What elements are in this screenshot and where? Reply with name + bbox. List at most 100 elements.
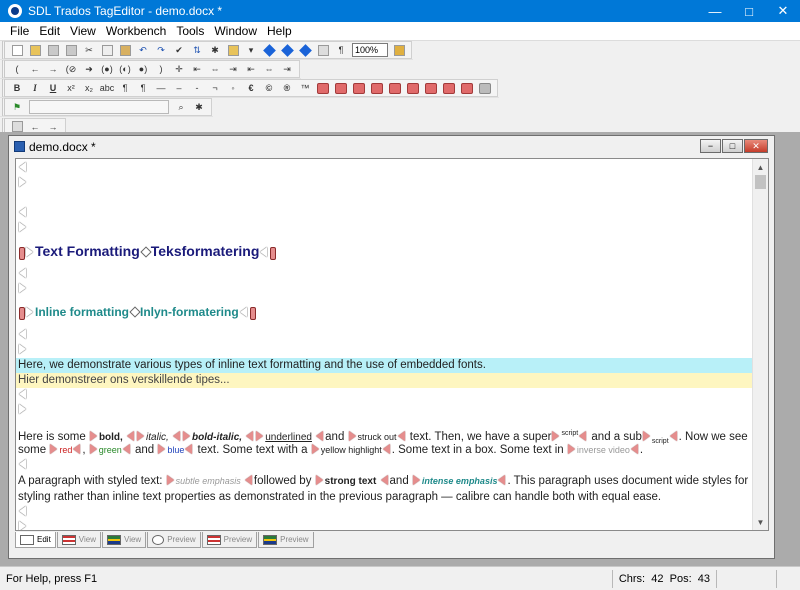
ltr-button[interactable]: ¶ <box>117 81 133 96</box>
dropdown-icon[interactable]: ▾ <box>243 43 259 58</box>
doc-restore-button[interactable]: □ <box>722 139 743 153</box>
tag-icon-3[interactable] <box>351 81 367 96</box>
tm-icon-1[interactable]: ⇤ <box>189 62 205 77</box>
fit-icon[interactable] <box>315 43 331 58</box>
tm-icon-4[interactable]: ⇤ <box>243 62 259 77</box>
options-icon[interactable] <box>391 43 407 58</box>
close-segment-icon[interactable]: (⊘ <box>63 62 79 77</box>
spellcheck-icon[interactable]: ✔ <box>171 43 187 58</box>
minimize-button[interactable]: — <box>698 0 732 22</box>
menu-help[interactable]: Help <box>262 24 297 38</box>
tag-icon-2[interactable] <box>333 81 349 96</box>
set-close-icon[interactable]: (●) <box>99 62 115 77</box>
subheading-segment[interactable]: Inline formatting Inlyn-formatering <box>16 297 753 328</box>
menu-workbench[interactable]: Workbench <box>101 24 171 38</box>
tm-icon-2[interactable]: ⇔ <box>207 62 223 77</box>
maximize-button[interactable]: □ <box>732 0 766 22</box>
tag-icon-1[interactable] <box>315 81 331 96</box>
tag-icon-7[interactable] <box>423 81 439 96</box>
underline-button[interactable]: U <box>45 81 61 96</box>
search-combo[interactable] <box>29 100 169 114</box>
jump-icon[interactable]: ➜ <box>81 62 97 77</box>
heading-segment[interactable]: Text Formatting Teksformatering <box>16 236 753 267</box>
copyright-button[interactable]: © <box>261 81 277 96</box>
print-icon[interactable] <box>63 43 79 58</box>
not-sign-button[interactable]: ¬ <box>207 81 223 96</box>
em-dash-button[interactable]: — <box>153 81 169 96</box>
tag-editor-pane[interactable]: Text Formatting Teksformatering Inline fo… <box>15 158 769 531</box>
hyphen-button[interactable]: - <box>189 81 205 96</box>
tab-preview-english[interactable]: Preview <box>201 532 258 548</box>
tab-view-english[interactable]: View <box>56 532 101 548</box>
scroll-down-icon[interactable]: ▼ <box>753 514 768 530</box>
doc-minimize-button[interactable]: − <box>700 139 721 153</box>
doc-close-button[interactable]: ✕ <box>744 139 768 153</box>
registered-button[interactable]: ® <box>279 81 295 96</box>
zoom-select[interactable]: 100% <box>352 43 388 57</box>
nav-icon-1[interactable] <box>261 43 277 58</box>
tag-icon-5[interactable] <box>387 81 403 96</box>
close-paren-icon[interactable]: ) <box>153 62 169 77</box>
italic-button[interactable]: I <box>27 81 43 96</box>
paragraph-line[interactable]: some red, green and blue text. Some text… <box>16 442 753 458</box>
subscript-button[interactable]: x₂ <box>81 81 97 96</box>
search-icon[interactable]: ⌕ <box>173 100 189 115</box>
trademark-button[interactable]: ™ <box>297 81 313 96</box>
pilcrow-icon[interactable]: ¶ <box>333 43 349 58</box>
new-file-icon[interactable] <box>9 43 25 58</box>
bold-button[interactable]: B <box>9 81 25 96</box>
menu-file[interactable]: File <box>5 24 34 38</box>
lock-icon[interactable] <box>225 43 241 58</box>
en-dash-button[interactable]: – <box>171 81 187 96</box>
nav-icon-2[interactable] <box>279 43 295 58</box>
tab-preview-afrikaans[interactable]: Preview <box>258 532 314 548</box>
paragraph-line[interactable]: styling rather than inline text properti… <box>16 489 753 505</box>
tab-edit[interactable]: Edit <box>15 532 56 548</box>
target-segment[interactable]: Hier demonstreer ons verskillende tipes.… <box>16 373 753 388</box>
menu-window[interactable]: Window <box>209 24 262 38</box>
next-segment-icon[interactable]: → <box>45 62 61 77</box>
tm-icon-3[interactable]: ⇥ <box>225 62 241 77</box>
redo-icon[interactable]: ↷ <box>153 43 169 58</box>
open-segment-icon[interactable]: ( <box>9 62 25 77</box>
menu-view[interactable]: View <box>65 24 101 38</box>
tm-icon-6[interactable]: ⇥ <box>279 62 295 77</box>
cut-icon[interactable]: ✂ <box>81 43 97 58</box>
tag-icon-4[interactable] <box>369 81 385 96</box>
close-button[interactable]: ✕ <box>766 0 800 22</box>
strikethrough-button[interactable]: abc <box>99 81 115 96</box>
search-options-icon[interactable]: ✱ <box>191 100 207 115</box>
translate-icon[interactable]: ●) <box>135 62 151 77</box>
scroll-thumb[interactable] <box>755 175 766 189</box>
sort-icon[interactable]: ⇅ <box>189 43 205 58</box>
concordance-icon[interactable]: ✛ <box>171 62 187 77</box>
flag-icon[interactable]: ⚑ <box>9 100 25 115</box>
menu-edit[interactable]: Edit <box>34 24 65 38</box>
tm-icon-5[interactable]: ⇔ <box>261 62 277 77</box>
paste-icon[interactable] <box>117 43 133 58</box>
tag-icon-6[interactable] <box>405 81 421 96</box>
euro-button[interactable]: € <box>243 81 259 96</box>
nav-icon-3[interactable] <box>297 43 313 58</box>
degree-button[interactable]: ◦ <box>225 81 241 96</box>
menu-tools[interactable]: Tools <box>171 24 209 38</box>
save-icon[interactable] <box>45 43 61 58</box>
superscript-button[interactable]: x² <box>63 81 79 96</box>
tag-icon-9[interactable] <box>459 81 475 96</box>
source-segment[interactable]: Here, we demonstrate various types of in… <box>16 358 753 373</box>
copy-icon[interactable] <box>99 43 115 58</box>
tab-preview[interactable]: Preview <box>147 532 201 548</box>
wand-icon[interactable]: ✱ <box>207 43 223 58</box>
vertical-scrollbar[interactable]: ▲ ▼ <box>752 159 768 530</box>
tag-icon-10[interactable] <box>477 81 493 96</box>
paragraph-line[interactable]: A paragraph with styled text: subtle emp… <box>16 473 753 489</box>
tag-icon-8[interactable] <box>441 81 457 96</box>
tab-view-afrikaans[interactable]: View <box>102 532 147 548</box>
paragraph-line[interactable]: Here is some bold, italic, bold-italic, … <box>16 426 753 445</box>
prev-segment-icon[interactable]: ← <box>27 62 43 77</box>
rtl-button[interactable]: ¶ <box>135 81 151 96</box>
undo-icon[interactable]: ↶ <box>135 43 151 58</box>
open-folder-icon[interactable] <box>27 43 43 58</box>
app-icon[interactable] <box>8 4 22 18</box>
scroll-up-icon[interactable]: ▲ <box>753 159 768 175</box>
